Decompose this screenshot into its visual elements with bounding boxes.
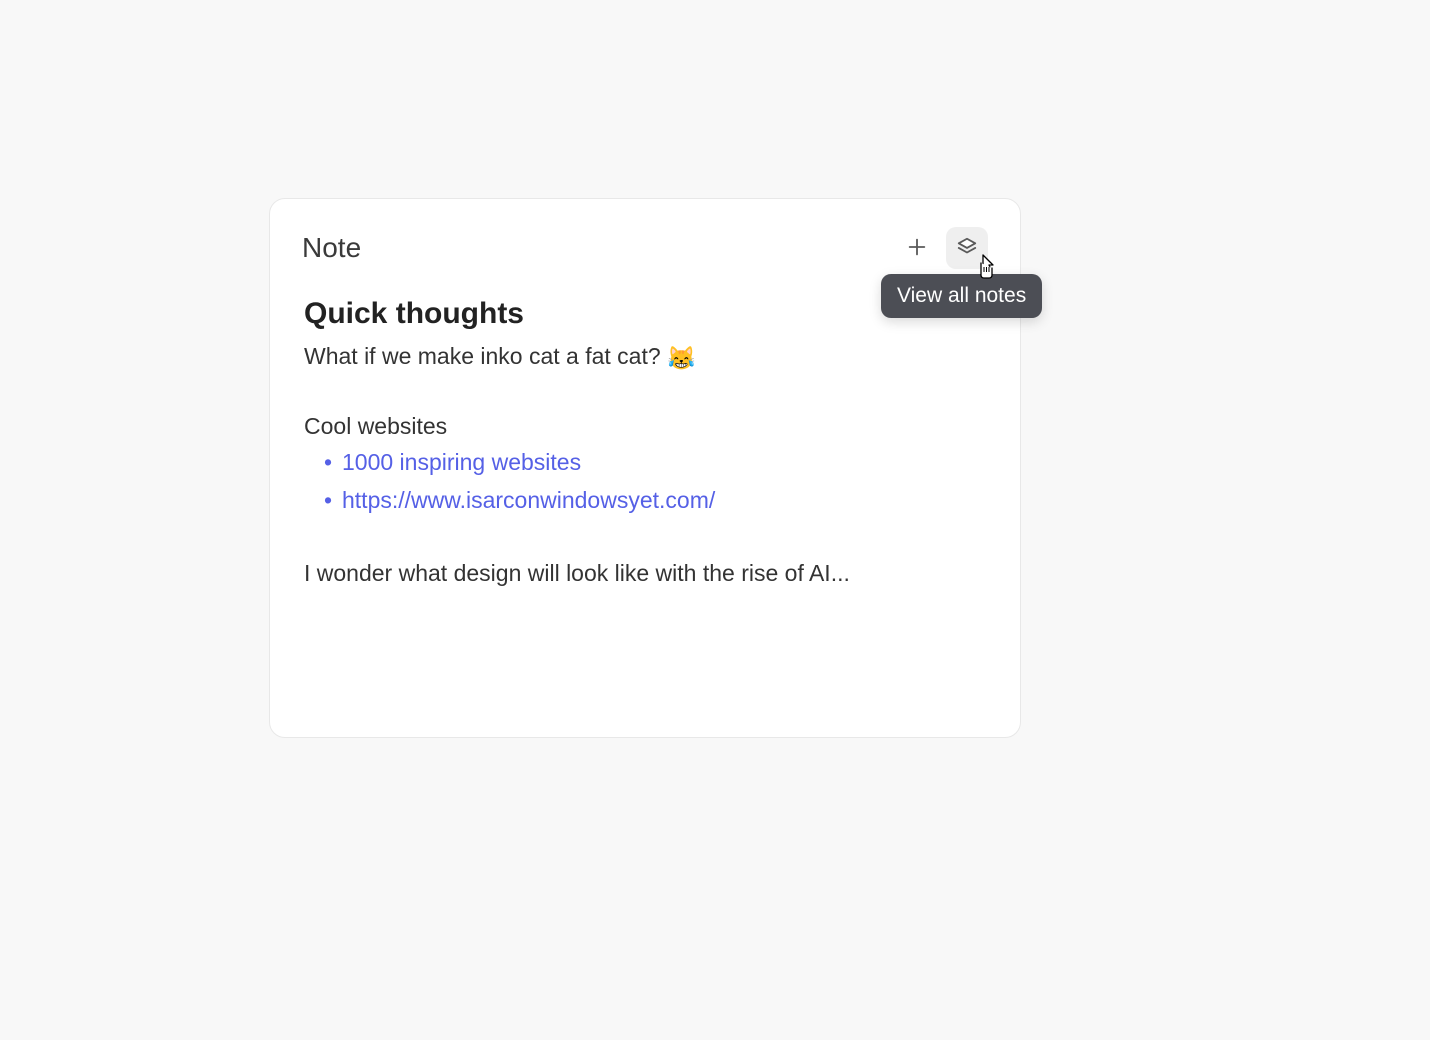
note-body[interactable]: Quick thoughts What if we make inko cat … [302, 297, 988, 591]
plus-icon [906, 236, 928, 261]
note-subheading: Cool websites [304, 413, 986, 440]
note-link[interactable]: 1000 inspiring websites [342, 449, 581, 475]
note-footer-text: I wonder what design will look like with… [304, 556, 986, 592]
card-label: Note [302, 232, 361, 264]
note-link-list: 1000 inspiring websites https://www.isar… [304, 444, 986, 520]
note-link[interactable]: https://www.isarconwindowsyet.com/ [342, 487, 715, 513]
add-note-button[interactable] [896, 227, 938, 269]
list-item: 1000 inspiring websites [324, 444, 986, 482]
note-body-text: What if we make inko cat a fat cat? [304, 343, 667, 369]
layers-icon [956, 236, 978, 261]
note-body-line: What if we make inko cat a fat cat? 😹 [304, 339, 986, 377]
view-all-notes-button[interactable] [946, 227, 988, 269]
note-actions [896, 227, 988, 269]
spacer [304, 377, 986, 413]
spacer [304, 520, 986, 556]
view-all-notes-tooltip: View all notes [881, 274, 1042, 318]
cat-emoji: 😹 [667, 341, 696, 377]
list-item: https://www.isarconwindowsyet.com/ [324, 482, 986, 520]
note-header: Note [302, 227, 988, 269]
